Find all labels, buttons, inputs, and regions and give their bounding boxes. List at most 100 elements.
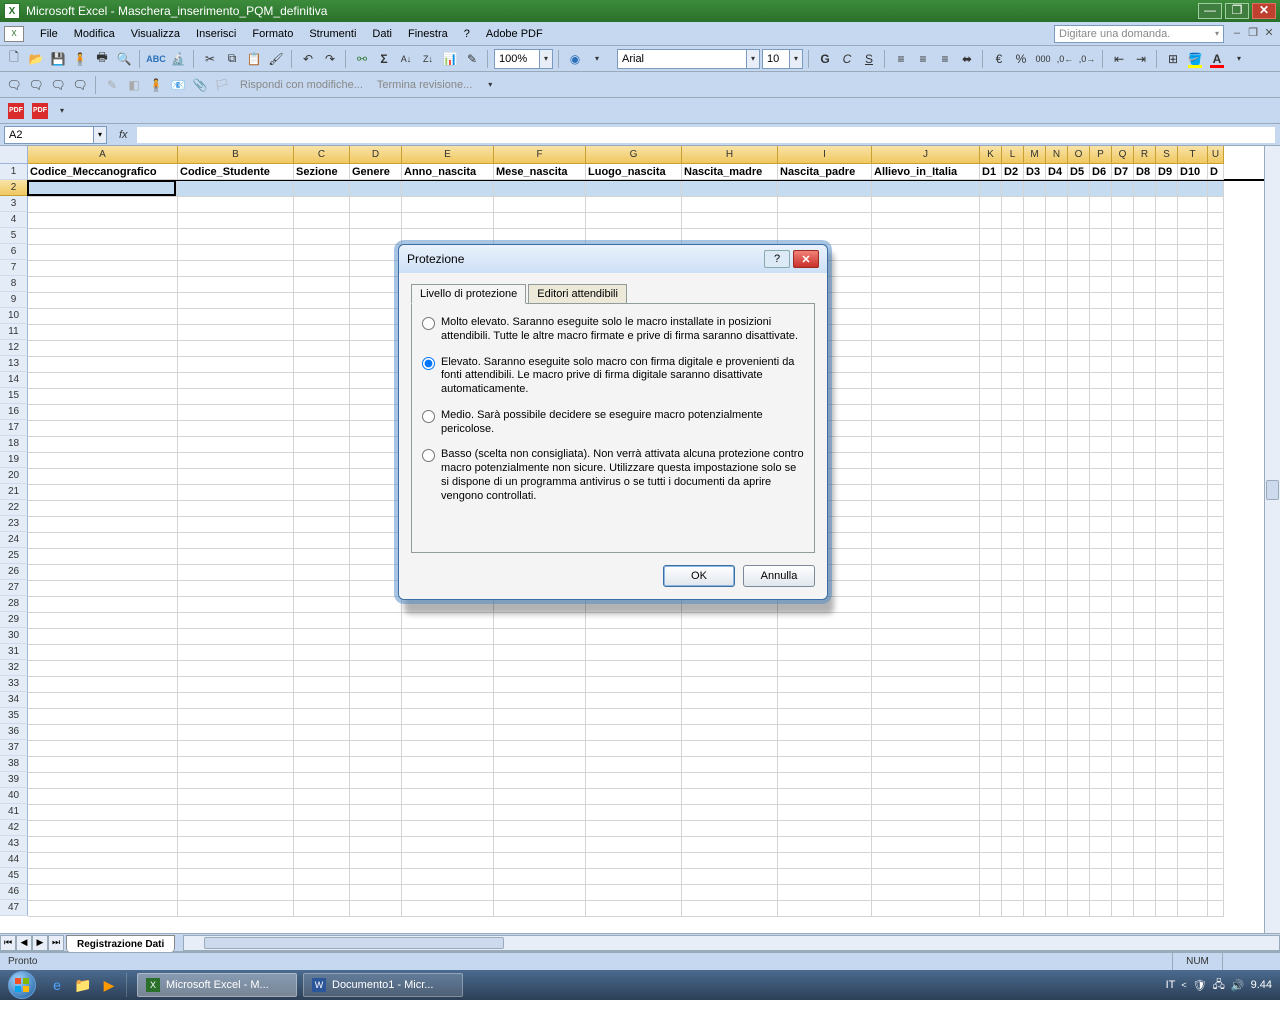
cell[interactable] [1112,581,1134,597]
cell[interactable] [350,773,402,789]
cell[interactable] [980,389,1002,405]
cell[interactable] [1156,485,1178,501]
cell[interactable] [28,789,178,805]
row-header[interactable]: 36 [0,724,28,740]
cell[interactable] [1046,757,1068,773]
cell[interactable] [1112,629,1134,645]
cell[interactable] [1134,421,1156,437]
cell[interactable] [1208,197,1224,213]
cell[interactable] [1002,405,1024,421]
cell[interactable] [28,229,178,245]
cell[interactable] [494,229,586,245]
cell[interactable] [1156,565,1178,581]
cell[interactable] [1090,773,1112,789]
cell[interactable] [1046,629,1068,645]
cell[interactable] [1024,853,1046,869]
cell[interactable] [586,773,682,789]
chart-wizard-icon[interactable]: 📊 [440,49,460,69]
cell[interactable] [178,629,294,645]
cell[interactable] [1046,293,1068,309]
cell[interactable] [980,229,1002,245]
formula-input[interactable] [136,126,1276,144]
ink-icon[interactable]: ✎ [102,75,122,95]
cell[interactable] [1068,597,1090,613]
cell[interactable] [872,565,980,581]
cell[interactable] [402,885,494,901]
cell[interactable] [980,341,1002,357]
cell[interactable] [1068,357,1090,373]
cell[interactable] [1090,853,1112,869]
cell[interactable] [494,837,586,853]
cell[interactable] [1112,453,1134,469]
cell[interactable] [178,709,294,725]
cell[interactable] [1208,597,1224,613]
cell[interactable] [294,565,350,581]
row-header[interactable]: 29 [0,612,28,628]
cell[interactable] [1112,405,1134,421]
cell[interactable] [586,661,682,677]
cell[interactable] [980,405,1002,421]
cell[interactable] [28,869,178,885]
cell[interactable] [1134,677,1156,693]
cell[interactable] [872,357,980,373]
cell[interactable] [1112,421,1134,437]
cell[interactable] [1046,741,1068,757]
cell[interactable] [178,293,294,309]
cell[interactable] [586,821,682,837]
cell[interactable] [350,581,402,597]
cell[interactable] [1112,853,1134,869]
cell[interactable] [1090,597,1112,613]
cell[interactable] [1112,645,1134,661]
cell[interactable] [1178,357,1208,373]
cell[interactable] [1068,821,1090,837]
cell[interactable] [1134,645,1156,661]
cell[interactable] [1156,437,1178,453]
cell[interactable] [1024,309,1046,325]
cell[interactable] [1002,549,1024,565]
cell[interactable] [28,661,178,677]
cell[interactable] [1178,469,1208,485]
column-header[interactable]: P [1090,146,1112,164]
cell[interactable] [1208,405,1224,421]
cell[interactable] [1134,853,1156,869]
cell[interactable] [872,789,980,805]
cell[interactable] [1178,677,1208,693]
cell[interactable] [1156,373,1178,389]
cell[interactable] [586,869,682,885]
help-icon[interactable]: ◉ [565,49,585,69]
cell[interactable] [1134,261,1156,277]
cell[interactable] [1090,213,1112,229]
cell[interactable] [1208,581,1224,597]
column-header[interactable]: L [1002,146,1024,164]
cell[interactable]: Nascita_padre [778,164,872,180]
cell[interactable] [178,501,294,517]
cell[interactable] [682,757,778,773]
cell[interactable] [778,677,872,693]
cell[interactable] [28,757,178,773]
cell[interactable] [1024,597,1046,613]
cell[interactable] [1178,901,1208,917]
cell[interactable] [350,597,402,613]
cell[interactable] [1046,821,1068,837]
cell[interactable] [1090,581,1112,597]
cell[interactable] [586,677,682,693]
cell[interactable] [1024,677,1046,693]
cell[interactable] [402,661,494,677]
cell[interactable] [1178,405,1208,421]
cell[interactable] [350,533,402,549]
cell[interactable] [1208,293,1224,309]
row-header[interactable]: 1 [0,164,28,180]
cell[interactable] [1002,837,1024,853]
cell[interactable] [872,741,980,757]
cell[interactable] [1002,229,1024,245]
cell[interactable] [1178,437,1208,453]
cell[interactable] [350,373,402,389]
cell[interactable] [294,693,350,709]
ok-button[interactable]: OK [663,565,735,587]
cell[interactable] [1024,629,1046,645]
row-header[interactable]: 21 [0,484,28,500]
cell[interactable] [494,757,586,773]
cell[interactable] [980,533,1002,549]
cell[interactable] [28,469,178,485]
cell[interactable] [1068,869,1090,885]
